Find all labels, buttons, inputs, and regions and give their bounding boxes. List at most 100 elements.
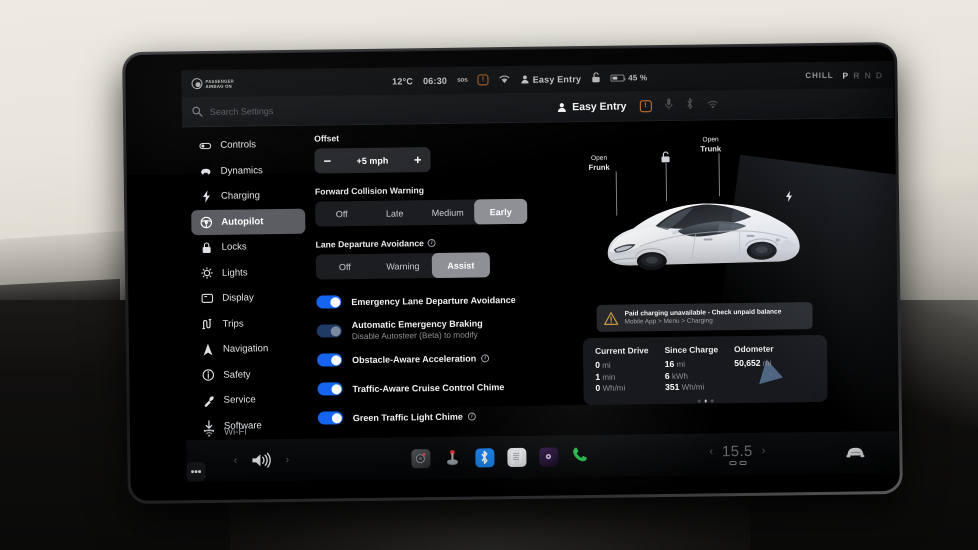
- toggle-switch[interactable]: [317, 382, 343, 396]
- controls-icon: [199, 140, 212, 152]
- toggle-row[interactable]: Traffic-Aware Cruise Control Chime: [317, 371, 565, 403]
- segment-option-assist[interactable]: Assist: [431, 252, 491, 279]
- alert-clock-icon[interactable]: !: [639, 99, 652, 112]
- vehicle-visualization-panel: Open Frunk Open Trunk Paid charging unav…: [572, 118, 898, 422]
- climate-control[interactable]: ‹ 15.5 ›: [662, 442, 812, 466]
- chevron-right-icon[interactable]: ›: [285, 454, 289, 466]
- chevron-right-icon[interactable]: ›: [762, 445, 766, 457]
- segment-option-early[interactable]: Early: [474, 198, 528, 225]
- camera-app-icon[interactable]: [410, 448, 431, 468]
- display-icon: [201, 293, 214, 304]
- trip-stat-value: 6: [664, 370, 670, 381]
- airbag-symbol-icon: [191, 78, 203, 90]
- phone-app-icon[interactable]: [571, 446, 588, 466]
- seat-heater-controls[interactable]: [728, 460, 747, 466]
- offset-value: +5 mph: [356, 155, 389, 166]
- segment-option-off[interactable]: Off: [315, 201, 368, 227]
- drive-mode-label[interactable]: CHILL: [805, 71, 833, 80]
- sidebar-item-locks[interactable]: Locks: [191, 234, 305, 261]
- driver-profile-status[interactable]: Easy Entry: [521, 74, 581, 85]
- battery-icon: [610, 74, 625, 82]
- alert-clock-icon[interactable]: !: [477, 74, 489, 86]
- bluetooth-icon[interactable]: [685, 98, 693, 113]
- sidebar-item-charging[interactable]: Charging: [191, 183, 305, 210]
- open-frunk-label[interactable]: Open Frunk: [588, 155, 610, 172]
- sidebar-item-controls[interactable]: Controls: [190, 132, 304, 159]
- search-row-center: Easy Entry !: [392, 95, 884, 116]
- wifi-icon[interactable]: [706, 99, 718, 111]
- trip-stat-row: 351 Wh/mi: [665, 381, 719, 393]
- seat-heater-left-icon[interactable]: [728, 460, 737, 466]
- info-circle-icon[interactable]: i: [427, 239, 436, 248]
- sidebar-item-display[interactable]: Display: [192, 285, 306, 312]
- sidebar-item-navigation[interactable]: Navigation: [193, 336, 307, 363]
- clock: 06:30: [422, 75, 448, 86]
- notification-subtitle: Mobile App > Menu > Charging: [624, 317, 713, 326]
- vehicle-view-button[interactable]: [812, 445, 898, 460]
- sos-icon[interactable]: sos: [457, 77, 468, 84]
- segment-option-late[interactable]: Late: [368, 200, 421, 226]
- lane-departure-avoidance-segmented[interactable]: Off Warning Assist: [315, 252, 491, 280]
- chevron-left-icon[interactable]: ‹: [709, 446, 713, 458]
- status-bar-right: CHILL P R N D: [805, 70, 883, 81]
- trip-column: Odometer 50,652 mi: [734, 344, 774, 396]
- bluetooth-app-icon[interactable]: [474, 447, 495, 468]
- page-dot[interactable]: [710, 399, 714, 403]
- segment-option-off[interactable]: Off: [316, 254, 374, 280]
- outside-temperature: 12°C: [392, 75, 414, 87]
- charging-notification-banner[interactable]: Paid charging unavailable - Check unpaid…: [596, 302, 813, 332]
- toggle-switch[interactable]: [316, 295, 342, 309]
- offset-decrease-button[interactable]: −: [323, 153, 331, 168]
- page-dots[interactable]: [584, 398, 828, 404]
- trip-stat-row: 6 kWh: [665, 370, 719, 382]
- sidebar-item-label: Lights: [221, 267, 248, 279]
- tesla-model-3-image[interactable]: [599, 181, 810, 279]
- search-input[interactable]: Search Settings: [192, 104, 392, 118]
- battery-indicator[interactable]: 45 %: [610, 73, 647, 82]
- offset-increase-button[interactable]: +: [414, 152, 422, 167]
- sidebar-item-safety[interactable]: Safety: [193, 361, 307, 388]
- info-circle-icon[interactable]: i: [467, 411, 476, 421]
- lightbulb-icon: [201, 267, 213, 280]
- more-apps-icon[interactable]: [186, 462, 206, 482]
- sidebar-item-lights[interactable]: Lights: [192, 259, 306, 286]
- trip-stat-value: 0: [595, 382, 601, 393]
- sidebar-item-trips[interactable]: Trips: [192, 310, 306, 337]
- seat-heater-right-icon[interactable]: [738, 460, 747, 466]
- trip-columns: Current Drive 0 mi 1 min 0 Wh/mi Since Charg…: [595, 344, 774, 397]
- notes-app-icon[interactable]: [506, 447, 527, 467]
- gear-rnd: R N D: [849, 69, 884, 81]
- sidebar-item-dynamics[interactable]: Dynamics: [190, 157, 304, 184]
- info-circle-icon[interactable]: i: [481, 353, 490, 362]
- tesla-touchscreen[interactable]: PASSENGER AIRBAG ON 12°C 06:30 sos ! Eas…: [125, 44, 900, 502]
- page-dot[interactable]: [697, 399, 701, 403]
- microphone-icon[interactable]: [664, 98, 673, 113]
- chevron-left-icon[interactable]: ‹: [234, 455, 238, 467]
- toggle-row[interactable]: Emergency Lane Departure Avoidance: [316, 284, 564, 316]
- wrench-icon: [203, 395, 215, 407]
- driver-profile-button[interactable]: Easy Entry: [557, 100, 627, 113]
- speed-offset-stepper[interactable]: − +5 mph +: [314, 147, 431, 174]
- page-dot[interactable]: [704, 399, 708, 403]
- media-app-icon[interactable]: [538, 446, 559, 467]
- status-bar-center: 12°C 06:30 sos ! Easy Entry 45 %: [234, 69, 806, 89]
- wifi-icon[interactable]: [499, 74, 511, 85]
- sidebar-item-service[interactable]: Service: [193, 387, 307, 414]
- toggle-row[interactable]: Obstacle-Aware Acceleration i: [317, 342, 565, 374]
- trip-stat-row: 1 min: [595, 371, 649, 383]
- arcade-app-icon[interactable]: [443, 448, 462, 467]
- forward-collision-warning-segmented[interactable]: Off Late Medium Early: [315, 198, 528, 227]
- unlock-icon[interactable]: [591, 72, 600, 85]
- lane-departure-avoidance-text: Lane Departure Avoidance: [315, 238, 424, 250]
- trip-stat-value: 1: [595, 371, 601, 382]
- segment-option-medium[interactable]: Medium: [421, 199, 474, 225]
- car-dynamics-icon: [200, 165, 212, 177]
- toggle-switch[interactable]: [317, 353, 343, 367]
- toggle-row[interactable]: Green Traffic Light Chime i: [317, 400, 566, 432]
- trip-stats-card[interactable]: Current Drive 0 mi 1 min 0 Wh/mi Since Charg…: [582, 334, 828, 406]
- volume-control[interactable]: ‹ ›: [186, 451, 336, 469]
- sidebar-item-autopilot[interactable]: Autopilot: [191, 208, 306, 236]
- open-trunk-label[interactable]: Open Trunk: [700, 136, 721, 153]
- segment-option-warning[interactable]: Warning: [374, 253, 432, 279]
- toggle-row[interactable]: Automatic Emergency Braking Disable Autos…: [316, 313, 565, 345]
